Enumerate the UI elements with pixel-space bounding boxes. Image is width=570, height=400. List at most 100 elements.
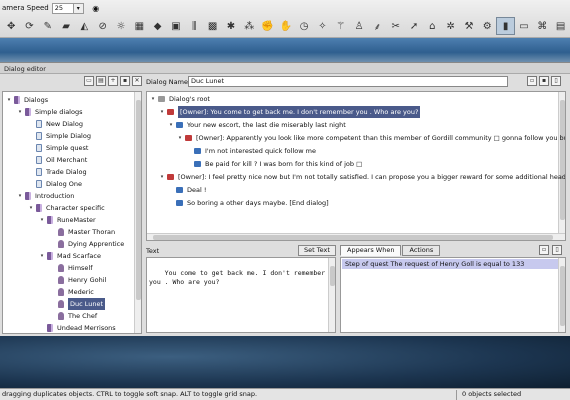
no-entry-icon[interactable]: ⊘ — [94, 17, 112, 35]
dialog-node[interactable]: ▾ [Owner]: You come to get back me. I don… — [159, 106, 421, 118]
condition-scrollbar[interactable] — [558, 258, 565, 332]
dialog-node[interactable]: ▾ [Owner]: Apparently you look like more … — [177, 132, 565, 144]
dialog-node[interactable]: ▾ Your new escort, the last die miserably… — [168, 119, 346, 131]
equalizer-icon[interactable]: ⫼ — [185, 17, 203, 35]
expand-toggle-icon[interactable]: ▾ — [168, 119, 174, 131]
tree-icon[interactable]: ⸙ — [368, 17, 386, 35]
tree-item[interactable]: Simple quest — [28, 142, 88, 154]
add-condition-icon[interactable]: ▫ — [539, 245, 549, 255]
dialog-node[interactable]: ▾ [Owner]: I feel pretty nice now but I'm… — [159, 171, 565, 183]
tree-item[interactable]: New Dialog — [28, 118, 83, 130]
expand-toggle-icon[interactable]: ▾ — [39, 214, 45, 226]
tab-actions[interactable]: Actions — [402, 245, 441, 256]
bug-icon[interactable]: ✲ — [442, 17, 460, 35]
layers-icon[interactable]: ▣ — [167, 17, 185, 35]
add-icon[interactable]: + — [108, 76, 118, 86]
tree-item[interactable]: Duc Lunet — [50, 298, 106, 310]
eye-icon[interactable]: ◉ — [90, 3, 102, 14]
expand-toggle-icon[interactable]: ▾ — [159, 171, 165, 183]
expand-toggle-icon[interactable]: ▾ — [17, 190, 23, 202]
brush-icon[interactable]: ✎ — [39, 17, 57, 35]
paint-icon[interactable]: ▰ — [57, 17, 75, 35]
camera-speed-dropdown-icon[interactable]: ▾ — [73, 2, 84, 14]
cube-icon[interactable]: ◆ — [149, 17, 167, 35]
hat-icon[interactable]: ⌂ — [423, 17, 441, 35]
save-icon[interactable]: ▪ — [120, 76, 130, 86]
open-icon[interactable]: ▤ — [96, 76, 106, 86]
lamp-icon[interactable]: ⌘ — [533, 17, 551, 35]
panel-icon[interactable]: ▤ — [551, 17, 569, 35]
tree-item[interactable]: The Chef — [50, 310, 97, 322]
tree-item[interactable]: ▾ RuneMaster — [39, 214, 96, 226]
chat-icon[interactable]: ▭ — [515, 17, 533, 35]
expand-toggle-icon[interactable]: ▾ — [39, 250, 45, 262]
dialog-node[interactable]: Be paid for kill ? I was born for this k… — [186, 158, 362, 170]
wand-icon[interactable]: ⚚ — [332, 17, 350, 35]
stick-figure-icon[interactable]: ♙ — [350, 17, 368, 35]
set-text-button[interactable]: Set Text — [298, 245, 336, 256]
move-icon[interactable]: ✥ — [2, 17, 20, 35]
tree-scrollbar[interactable] — [134, 92, 141, 333]
expand-toggle-icon[interactable]: ▾ — [159, 106, 165, 118]
tree-item[interactable]: Oil Merchant — [28, 154, 87, 166]
dialog-name-input[interactable]: Duc Lunet — [188, 76, 508, 87]
tree-item[interactable]: ▾ Simple dialogs — [17, 106, 82, 118]
graph-hscrollbar[interactable] — [147, 233, 565, 240]
tree-item[interactable]: ▾ Character specific — [28, 202, 105, 214]
tree-item[interactable]: Dying Apprentice — [50, 238, 124, 250]
new-folder-icon[interactable]: ▭ — [84, 76, 94, 86]
delete-condition-icon[interactable]: ▯ — [552, 245, 562, 255]
sun-icon[interactable]: ☼ — [112, 17, 130, 35]
expand-toggle-icon[interactable]: ▾ — [17, 106, 23, 118]
sparkle-icon[interactable]: ✧ — [313, 17, 331, 35]
rotate-icon[interactable]: ⟳ — [20, 17, 38, 35]
hand-icon[interactable]: ✋ — [277, 17, 295, 35]
fist-icon[interactable]: ✊ — [258, 17, 276, 35]
sculpt-icon[interactable]: ◭ — [75, 17, 93, 35]
dialog-node[interactable]: Deal ! — [168, 184, 206, 196]
tree-item[interactable]: Dialog One — [28, 178, 82, 190]
tree-item[interactable]: Master Thoran — [50, 226, 115, 238]
tree-item-label: Undead Merrisons — [57, 324, 116, 332]
dialog-node[interactable]: ▾ Dialog's root — [150, 93, 210, 105]
condition-list[interactable]: Step of quest The request of Henry Goll … — [340, 257, 566, 333]
expand-toggle-icon[interactable]: ▾ — [150, 93, 156, 105]
tree-item[interactable]: ▾ Introduction — [17, 190, 74, 202]
tree-item[interactable]: ▾ Dialogs — [6, 94, 48, 106]
camera-speed-input[interactable]: 25 — [51, 2, 74, 14]
dialog-node[interactable]: I'm not interested quick follow me — [186, 145, 316, 157]
tree-item[interactable]: Simple Dialog — [28, 130, 91, 142]
gear-icon[interactable]: ⚙ — [478, 17, 496, 35]
delete-icon[interactable]: ✕ — [132, 76, 142, 86]
expand-toggle-icon[interactable]: ▾ — [177, 132, 183, 144]
tree-item[interactable]: Himself — [50, 262, 93, 274]
tree-item[interactable]: Henry Gohil — [50, 274, 106, 286]
expand-toggle-icon[interactable]: ▾ — [6, 94, 12, 106]
folder-icon — [14, 96, 20, 104]
dialog-text-area[interactable]: You come to get back me. I don't remembe… — [146, 257, 336, 333]
grid-icon[interactable]: ▦ — [130, 17, 148, 35]
dialog-tree[interactable]: ▾ Dialogs ▾ Simple dialogs New Dialog Simple … — [2, 91, 142, 334]
terrain-icon[interactable]: ▩ — [203, 17, 221, 35]
graph-vscrollbar[interactable] — [558, 92, 565, 240]
wrench-icon[interactable]: ⚒ — [460, 17, 478, 35]
snowflake-icon[interactable]: ✱ — [222, 17, 240, 35]
expand-toggle-icon[interactable]: ▾ — [28, 202, 34, 214]
tree-item[interactable]: Undead Merrisons — [39, 322, 116, 333]
tab-appears-when[interactable]: Appears When — [340, 245, 402, 256]
scissors-icon[interactable]: ✂ — [387, 17, 405, 35]
condition-row[interactable]: Step of quest The request of Henry Goll … — [342, 259, 558, 269]
text-scrollbar[interactable] — [328, 258, 335, 332]
tree-item[interactable]: Trade Dialog — [28, 166, 87, 178]
add-node-icon[interactable]: ▫ — [527, 76, 537, 86]
effects-icon[interactable]: ⁂ — [240, 17, 258, 35]
arrow-icon[interactable]: ➚ — [405, 17, 423, 35]
add-child-icon[interactable]: ▪ — [539, 76, 549, 86]
dialog-node[interactable]: So boring a other days maybe. [End dialo… — [168, 197, 329, 209]
dialog-graph[interactable]: ▾ Dialog's root ▾ [Owner]: You come to get … — [146, 91, 566, 241]
delete-node-icon[interactable]: ▯ — [551, 76, 561, 86]
tree-item[interactable]: Mederic — [50, 286, 94, 298]
clock-icon[interactable]: ◷ — [295, 17, 313, 35]
speech-bubble-icon[interactable]: ▮ — [496, 17, 515, 35]
tree-item[interactable]: ▾ Mad Scarface — [39, 250, 101, 262]
